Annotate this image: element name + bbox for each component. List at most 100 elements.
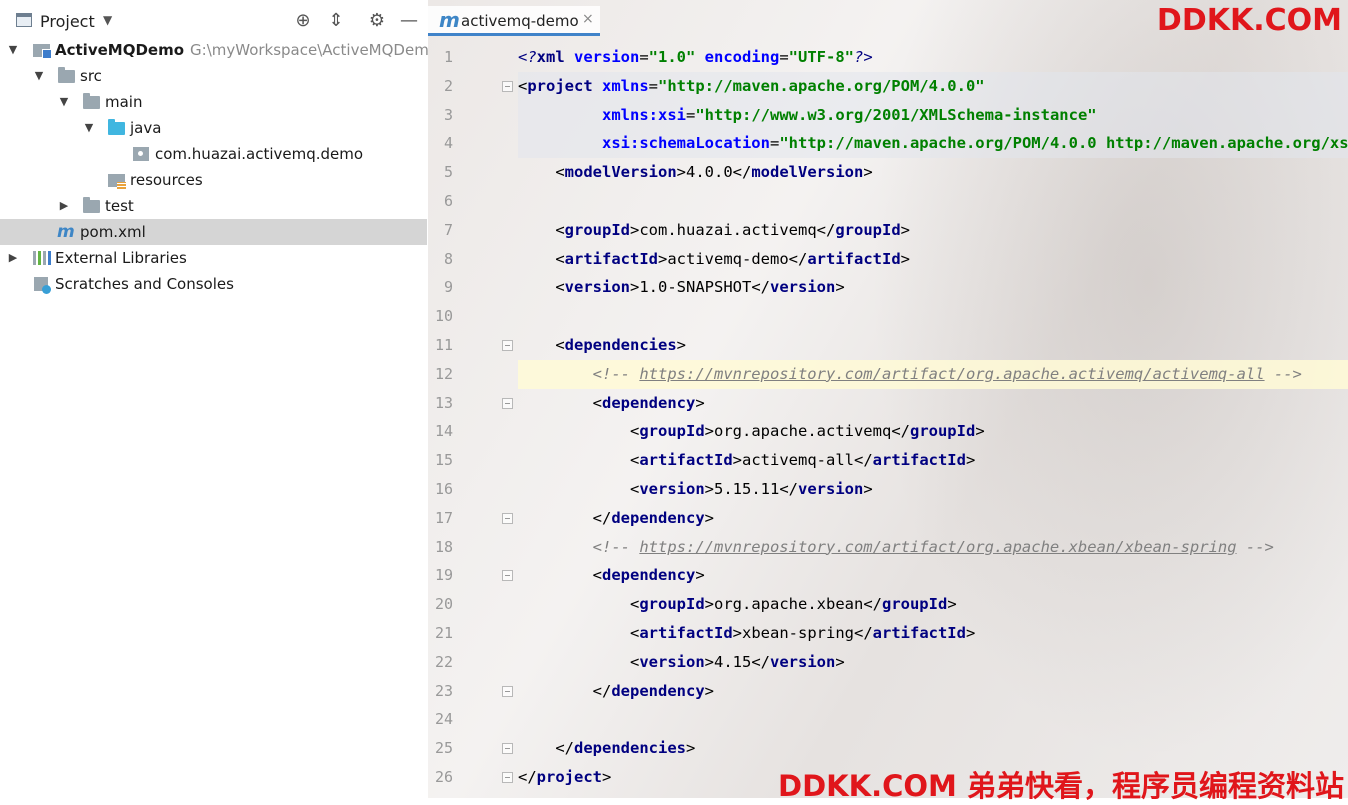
project-panel-title[interactable]: Project xyxy=(40,12,95,31)
code-line[interactable] xyxy=(518,302,1348,331)
line-number[interactable]: 21 xyxy=(428,619,453,648)
code-editor[interactable]: <?xml version="1.0" encoding="UTF-8"?> <p… xyxy=(518,43,1348,798)
code-line[interactable]: <!-- https://mvnrepository.com/artifact/… xyxy=(518,359,1348,389)
chevron-down-icon[interactable]: ▼ xyxy=(82,115,96,141)
line-number[interactable]: 7 xyxy=(428,216,453,245)
code-token: > xyxy=(732,623,742,642)
line-number[interactable]: 26 xyxy=(428,763,453,792)
chevron-right-icon[interactable]: ▶ xyxy=(57,193,71,219)
fold-marker-icon[interactable] xyxy=(502,340,513,351)
line-number[interactable]: 17 xyxy=(428,504,453,533)
line-number[interactable]: 3 xyxy=(428,101,453,130)
fold-marker-icon[interactable] xyxy=(502,772,513,783)
tree-item-label: pom.xml xyxy=(80,223,146,241)
comment-link[interactable]: https://mvnrepository.com/artifact/org.a… xyxy=(639,538,1236,556)
tree-item-activemqdemo[interactable]: ▼ ActiveMQDemo G:\myWorkspace\ActiveMQDem… xyxy=(0,37,438,63)
code-line[interactable]: <artifactId>activemq-all</artifactId> xyxy=(518,446,1348,475)
tree-item-java[interactable]: ▼ java xyxy=(0,115,427,141)
tree-item-pom-xml[interactable]: m pom.xml xyxy=(0,219,427,245)
fold-marker-icon[interactable] xyxy=(502,397,513,409)
code-line[interactable]: <dependencies> xyxy=(518,331,1348,360)
code-token: > xyxy=(732,451,742,470)
line-number[interactable]: 6 xyxy=(428,187,453,216)
tab-activemq-demo[interactable]: m activemq-demo × xyxy=(428,6,600,36)
chevron-down-icon[interactable]: ▼ xyxy=(6,37,20,63)
line-number[interactable]: 2 xyxy=(428,72,453,101)
code-token: > xyxy=(695,393,705,412)
line-number[interactable]: 18 xyxy=(428,533,453,562)
comment-link[interactable]: https://mvnrepository.com/artifact/org.a… xyxy=(639,365,1264,383)
minimize-icon[interactable]: — xyxy=(398,10,420,32)
line-number[interactable]: 14 xyxy=(428,417,453,446)
fold-marker-icon[interactable] xyxy=(502,685,513,697)
code-line[interactable]: </dependency> xyxy=(518,677,1348,706)
code-line[interactable]: xsi:schemaLocation="http://maven.apache.… xyxy=(518,129,1348,159)
code-line[interactable]: <groupId>com.huazai.activemq</groupId> xyxy=(518,216,1348,245)
fold-marker-icon[interactable] xyxy=(502,570,513,582)
code-line[interactable]: <artifactId>xbean-spring</artifactId> xyxy=(518,619,1348,648)
line-number[interactable]: 22 xyxy=(428,648,453,677)
code-line[interactable]: <version>5.15.11</version> xyxy=(518,475,1348,504)
code-token: --> xyxy=(1264,364,1302,383)
project-tree: ▼ ActiveMQDemo G:\myWorkspace\ActiveMQDem… xyxy=(0,37,438,297)
line-number[interactable]: 13 xyxy=(428,389,453,418)
code-line[interactable]: <project xmlns="http://maven.apache.org/… xyxy=(518,71,1348,101)
code-line[interactable]: </dependency> xyxy=(518,504,1348,533)
code-line[interactable]: <modelVersion>4.0.0</modelVersion> xyxy=(518,158,1348,187)
code-token: < xyxy=(555,220,565,239)
code-line[interactable]: <groupId>org.apache.xbean</groupId> xyxy=(518,590,1348,619)
line-number[interactable]: 23 xyxy=(428,677,453,706)
code-token: groupId xyxy=(639,422,705,441)
collapse-icon[interactable]: ⇕ xyxy=(325,10,347,32)
code-token: </ xyxy=(751,652,770,671)
tree-item-external-libraries[interactable]: ▶ External Libraries xyxy=(0,245,427,271)
code-token: </ xyxy=(732,163,752,182)
line-number[interactable]: 10 xyxy=(428,302,453,331)
fold-marker-icon[interactable] xyxy=(502,80,513,92)
line-number[interactable]: 9 xyxy=(428,273,453,302)
tree-item-src[interactable]: ▼ src xyxy=(0,63,427,89)
chevron-right-icon[interactable]: ▶ xyxy=(6,245,20,271)
code-line[interactable] xyxy=(518,705,1348,734)
tree-item-main[interactable]: ▼ main xyxy=(0,89,427,115)
fold-marker-icon[interactable] xyxy=(502,512,513,524)
fold-marker-icon[interactable] xyxy=(502,743,513,755)
code-line[interactable]: <!-- https://mvnrepository.com/artifact/… xyxy=(518,533,1348,562)
line-number[interactable]: 16 xyxy=(428,475,453,504)
line-number[interactable]: 15 xyxy=(428,446,453,475)
code-token: > xyxy=(695,566,705,585)
tree-item-resources[interactable]: resources xyxy=(0,167,427,193)
code-line[interactable]: <dependency> xyxy=(518,389,1348,418)
code-line[interactable]: <?xml version="1.0" encoding="UTF-8"?> xyxy=(518,43,1348,72)
gear-icon[interactable]: ⚙ xyxy=(366,10,388,32)
line-number[interactable]: 12 xyxy=(428,360,453,389)
chevron-down-icon[interactable]: ▼ xyxy=(32,63,46,89)
code-line[interactable]: <version>4.15</version> xyxy=(518,648,1348,677)
tree-item-scratches[interactable]: Scratches and Consoles xyxy=(0,271,427,297)
chevron-down-icon[interactable]: ▼ xyxy=(57,89,71,115)
line-number[interactable]: 11 xyxy=(428,331,453,360)
code-line[interactable]: <artifactId>activemq-demo</artifactId> xyxy=(518,245,1348,274)
code-line[interactable] xyxy=(518,187,1348,216)
line-number[interactable]: 25 xyxy=(428,734,453,763)
code-line[interactable]: <version>1.0-SNAPSHOT</version> xyxy=(518,273,1348,302)
code-line[interactable]: </dependencies> xyxy=(518,734,1348,763)
line-number[interactable]: 1 xyxy=(428,43,453,72)
line-number[interactable]: 19 xyxy=(428,561,453,590)
chevron-down-icon[interactable]: ▼ xyxy=(103,13,112,27)
editor-gutter[interactable]: 1 2 3 4 5 6 7 8 9 10 11 12 13 14 15 16 17 18 19 20 21 22 23 24 2… xyxy=(428,43,518,798)
code-line[interactable]: <dependency> xyxy=(518,561,1348,590)
line-number[interactable]: 20 xyxy=(428,590,453,619)
tree-item-package[interactable]: com.huazai.activemq.demo xyxy=(0,141,427,167)
line-number[interactable]: 8 xyxy=(428,245,453,274)
close-icon[interactable]: × xyxy=(582,11,594,27)
target-icon[interactable]: ⊕ xyxy=(292,10,314,32)
line-number[interactable]: 24 xyxy=(428,705,453,734)
code-line[interactable]: <groupId>org.apache.activemq</groupId> xyxy=(518,417,1348,446)
line-number[interactable]: 4 xyxy=(428,129,453,158)
line-number[interactable]: 5 xyxy=(428,158,453,187)
code-line[interactable]: xmlns:xsi="http://www.w3.org/2001/XMLSch… xyxy=(518,100,1348,130)
tree-item-test[interactable]: ▶ test xyxy=(0,193,427,219)
